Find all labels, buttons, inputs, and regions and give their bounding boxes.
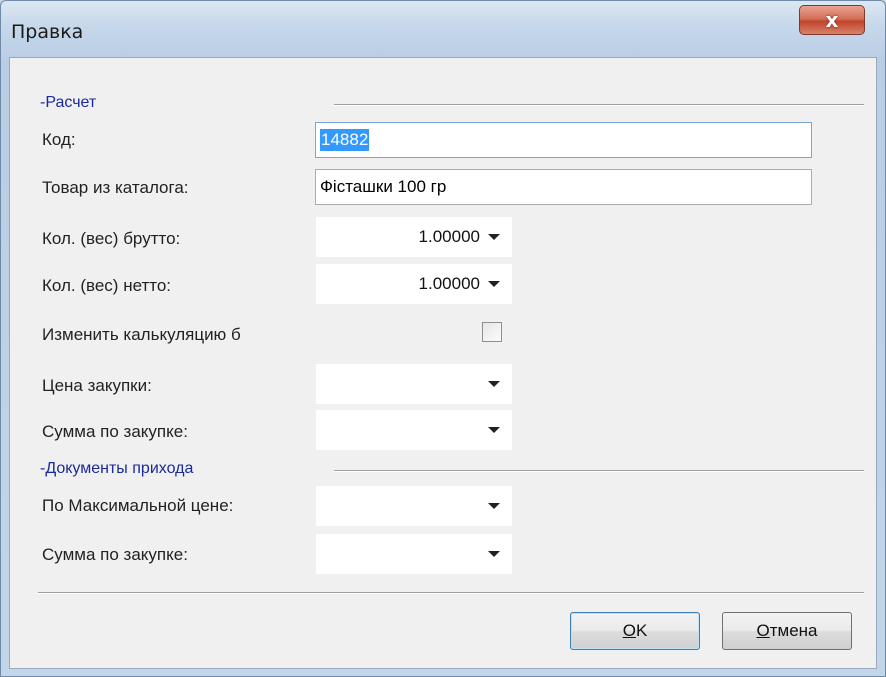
group-title-calc: -Расчет <box>40 94 97 111</box>
cancel-mnemonic: О <box>756 621 770 640</box>
cancel-label: тмена <box>769 621 818 640</box>
purchase-sum-label: Сумма по закупке: <box>42 422 188 441</box>
code-label: Код: <box>42 130 76 149</box>
purchase-sum-combo[interactable] <box>316 410 512 450</box>
max-price-label: По Максимальной цене: <box>42 496 234 515</box>
close-icon: x <box>825 8 839 32</box>
buttons-divider <box>38 592 864 594</box>
dialog-window: Правка x -Расчет Код: 14882 Товар из кат… <box>0 0 886 677</box>
qty-gross-label: Кол. (вес) брутто: <box>42 229 181 248</box>
code-value: 14882 <box>320 129 370 151</box>
change-calc-checkbox[interactable] <box>482 322 502 342</box>
chevron-down-icon[interactable] <box>488 381 500 387</box>
change-calc-label: Изменить калькуляцию б <box>42 325 241 344</box>
window-title: Правка <box>11 21 84 43</box>
close-button[interactable]: x <box>799 5 865 35</box>
group-divider-calc <box>334 104 864 106</box>
qty-gross-combo[interactable]: 1.00000 <box>316 217 512 257</box>
qty-net-value: 1.00000 <box>418 274 480 293</box>
qty-net-label: Кол. (вес) нетто: <box>42 276 172 295</box>
docs-purchase-sum-combo[interactable] <box>316 534 512 574</box>
qty-gross-value: 1.00000 <box>418 227 480 246</box>
group-divider-docs <box>334 470 864 472</box>
chevron-down-icon[interactable] <box>488 551 500 557</box>
docs-purchase-sum-label: Сумма по закупке: <box>42 545 188 564</box>
chevron-down-icon[interactable] <box>488 234 500 240</box>
product-label: Товар из каталога: <box>42 178 189 197</box>
purchase-price-combo[interactable] <box>316 364 512 404</box>
ok-label: K <box>635 621 648 640</box>
code-field[interactable]: 14882 <box>315 122 812 158</box>
dialog-client-area: -Расчет Код: 14882 Товар из каталога: Фі… <box>9 57 877 669</box>
ok-button[interactable]: OK <box>570 612 700 650</box>
product-field[interactable]: Фісташки 100 гр <box>315 169 812 205</box>
cancel-button[interactable]: Отмена <box>722 612 852 650</box>
chevron-down-icon[interactable] <box>488 281 500 287</box>
product-value: Фісташки 100 гр <box>320 177 447 196</box>
group-title-docs: -Документы прихода <box>40 460 194 477</box>
chevron-down-icon[interactable] <box>488 427 500 433</box>
title-bar[interactable]: Правка x <box>1 1 886 63</box>
purchase-price-label: Цена закупки: <box>42 376 152 395</box>
chevron-down-icon[interactable] <box>488 503 500 509</box>
max-price-combo[interactable] <box>316 486 512 526</box>
ok-mnemonic: O <box>622 621 636 640</box>
qty-net-combo[interactable]: 1.00000 <box>316 264 512 304</box>
